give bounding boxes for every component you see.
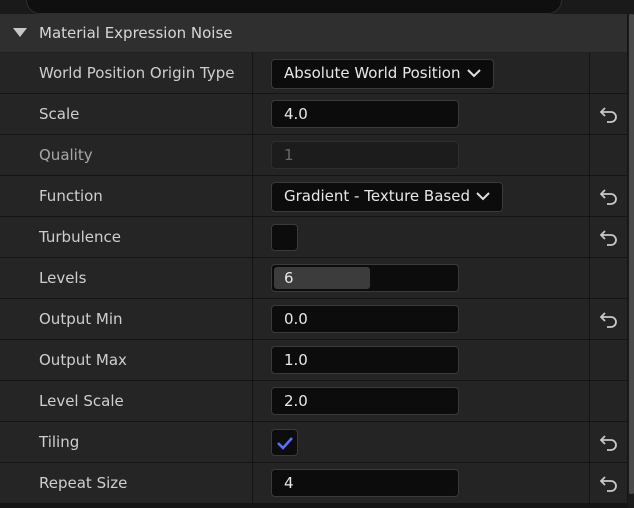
property-label: Levels bbox=[39, 269, 87, 287]
details-panel-root: Material Expression Noise World Position… bbox=[0, 0, 634, 508]
property-label: Repeat Size bbox=[39, 474, 128, 492]
property-label: Output Min bbox=[39, 310, 123, 328]
reset-cell bbox=[590, 94, 627, 134]
reset-arrow-icon[interactable] bbox=[599, 474, 619, 492]
property-row-tiling: Tiling bbox=[0, 422, 627, 463]
world-position-origin-type-dropdown[interactable]: Absolute World Position bbox=[271, 59, 494, 89]
property-value-cell: 4 bbox=[254, 463, 590, 503]
property-value-cell bbox=[254, 422, 590, 462]
function-dropdown[interactable]: Gradient - Texture Based bbox=[271, 182, 503, 212]
property-name-cell: Quality bbox=[0, 135, 253, 175]
reset-cell bbox=[590, 381, 627, 421]
property-row-repeat-size: Repeat Size 4 bbox=[0, 463, 627, 504]
property-label: Turbulence bbox=[39, 228, 121, 246]
reset-arrow-icon[interactable] bbox=[599, 433, 619, 451]
dropdown-value: Gradient - Texture Based bbox=[284, 187, 470, 205]
search-strip bbox=[0, 0, 634, 14]
levels-slider[interactable]: 6 bbox=[271, 264, 459, 292]
property-value-cell: 0.0 bbox=[254, 299, 590, 339]
quality-input: 1 bbox=[271, 141, 459, 169]
section-header[interactable]: Material Expression Noise bbox=[0, 14, 627, 53]
property-value-cell: 4.0 bbox=[254, 94, 590, 134]
property-row-world-position-origin-type: World Position Origin Type Absolute Worl… bbox=[0, 53, 627, 94]
property-value-cell: 2.0 bbox=[254, 381, 590, 421]
property-value-cell: 1 bbox=[254, 135, 590, 175]
property-row-scale: Scale 4.0 bbox=[0, 94, 627, 135]
chevron-down-icon bbox=[467, 69, 481, 78]
reset-cell bbox=[590, 340, 627, 380]
property-row-level-scale: Level Scale 2.0 bbox=[0, 381, 627, 422]
reset-arrow-icon[interactable] bbox=[599, 105, 619, 123]
property-value-cell: Gradient - Texture Based bbox=[254, 176, 590, 216]
property-value-cell: 1.0 bbox=[254, 340, 590, 380]
search-field[interactable] bbox=[26, 0, 562, 14]
property-row-levels: Levels 6 bbox=[0, 258, 627, 299]
property-label: World Position Origin Type bbox=[39, 64, 235, 82]
repeat-size-input[interactable]: 4 bbox=[271, 469, 459, 497]
property-value-cell bbox=[254, 217, 590, 257]
reset-cell bbox=[590, 135, 627, 175]
tiling-checkbox[interactable] bbox=[271, 429, 298, 456]
turbulence-checkbox[interactable] bbox=[271, 224, 298, 251]
dropdown-value: Absolute World Position bbox=[284, 64, 461, 82]
property-label: Quality bbox=[39, 146, 93, 164]
property-name-cell: Scale bbox=[0, 94, 253, 134]
property-name-cell: Repeat Size bbox=[0, 463, 253, 503]
property-name-cell: Function bbox=[0, 176, 253, 216]
property-value-cell: 6 bbox=[254, 258, 590, 298]
property-label: Function bbox=[39, 187, 103, 205]
output-min-input[interactable]: 0.0 bbox=[271, 305, 459, 333]
reset-cell bbox=[590, 217, 627, 257]
scale-input[interactable]: 4.0 bbox=[271, 100, 459, 128]
chevron-down-icon bbox=[476, 192, 490, 201]
property-label: Scale bbox=[39, 105, 80, 123]
property-label: Tiling bbox=[39, 433, 80, 451]
reset-cell bbox=[590, 299, 627, 339]
property-value-cell: Absolute World Position bbox=[254, 53, 590, 93]
property-rows: World Position Origin Type Absolute Worl… bbox=[0, 53, 627, 504]
property-name-cell: Output Min bbox=[0, 299, 253, 339]
reset-cell bbox=[590, 258, 627, 298]
property-row-function: Function Gradient - Texture Based bbox=[0, 176, 627, 217]
reset-arrow-icon[interactable] bbox=[599, 187, 619, 205]
property-row-output-min: Output Min 0.0 bbox=[0, 299, 627, 340]
property-name-cell: World Position Origin Type bbox=[0, 53, 253, 93]
slider-value: 6 bbox=[284, 269, 294, 287]
reset-cell bbox=[590, 422, 627, 462]
triangle-down-icon[interactable] bbox=[13, 28, 27, 37]
property-label: Level Scale bbox=[39, 392, 124, 410]
reset-cell bbox=[590, 463, 627, 503]
property-name-cell: Tiling bbox=[0, 422, 253, 462]
reset-arrow-icon[interactable] bbox=[599, 310, 619, 328]
property-label: Output Max bbox=[39, 351, 127, 369]
property-name-cell: Levels bbox=[0, 258, 253, 298]
property-row-quality: Quality 1 bbox=[0, 135, 627, 176]
reset-cell bbox=[590, 53, 627, 93]
reset-arrow-icon[interactable] bbox=[599, 228, 619, 246]
property-name-cell: Output Max bbox=[0, 340, 253, 380]
reset-cell bbox=[590, 176, 627, 216]
property-row-output-max: Output Max 1.0 bbox=[0, 340, 627, 381]
property-name-cell: Level Scale bbox=[0, 381, 253, 421]
property-name-cell: Turbulence bbox=[0, 217, 253, 257]
output-max-input[interactable]: 1.0 bbox=[271, 346, 459, 374]
level-scale-input[interactable]: 2.0 bbox=[271, 387, 459, 415]
checkmark-icon bbox=[277, 437, 293, 450]
scrollbar-thumb[interactable] bbox=[629, 14, 634, 494]
properties-panel: Material Expression Noise World Position… bbox=[0, 14, 627, 508]
property-row-turbulence: Turbulence bbox=[0, 217, 627, 258]
section-title: Material Expression Noise bbox=[39, 24, 233, 42]
